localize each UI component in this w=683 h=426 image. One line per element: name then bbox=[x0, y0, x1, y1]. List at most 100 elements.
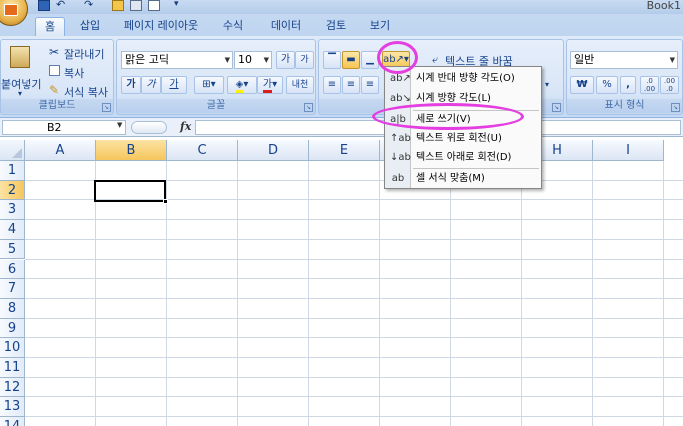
row-header[interactable]: 13 bbox=[0, 397, 25, 418]
number-launcher-icon[interactable]: ↘ bbox=[671, 103, 680, 112]
print-icon[interactable] bbox=[130, 0, 142, 11]
row-header[interactable]: 8 bbox=[0, 298, 25, 319]
column-header[interactable]: C bbox=[167, 140, 238, 161]
cut-button[interactable]: 잘라내기 bbox=[64, 46, 104, 62]
menu-item-rotate-down[interactable]: ↓ab 텍스트 아래로 회전(D) bbox=[386, 148, 541, 168]
fill-color-button[interactable]: ◈▾ bbox=[227, 76, 257, 94]
row-header[interactable]: 7 bbox=[0, 279, 25, 299]
open-icon[interactable] bbox=[112, 0, 124, 11]
align-left-button[interactable]: ≡ bbox=[323, 76, 341, 94]
gridline-vertical bbox=[450, 161, 451, 426]
select-all-button[interactable] bbox=[0, 140, 25, 161]
gridline-horizontal bbox=[25, 317, 683, 319]
row-header[interactable]: 3 bbox=[0, 200, 25, 221]
tab-insert[interactable]: 삽입 bbox=[75, 17, 105, 36]
row-header[interactable]: 6 bbox=[0, 259, 25, 280]
underline-button[interactable]: 가 bbox=[161, 76, 187, 94]
row-header[interactable]: 12 bbox=[0, 377, 25, 398]
font-size-select[interactable]: 10 ▼ bbox=[234, 51, 272, 69]
customize-qat-icon[interactable]: ▾ bbox=[174, 0, 186, 11]
column-header[interactable]: B bbox=[96, 140, 167, 161]
row-header[interactable]: 1 bbox=[0, 161, 25, 181]
undo-icon[interactable]: ↶ bbox=[56, 0, 68, 11]
column-header[interactable]: I bbox=[593, 140, 664, 161]
menu-item-rotate-up[interactable]: ↑ab 텍스트 위로 회전(U) bbox=[386, 129, 541, 149]
formula-bar-grip[interactable] bbox=[131, 121, 167, 134]
comma-button[interactable]: , bbox=[620, 76, 636, 94]
menu-item-label: 텍스트 위로 회전(U) bbox=[416, 133, 502, 144]
print-preview-icon[interactable] bbox=[148, 0, 160, 11]
redo-icon[interactable]: ↷ bbox=[84, 0, 96, 11]
column-header[interactable]: E bbox=[309, 140, 380, 161]
name-box-dropdown-icon[interactable]: ▼ bbox=[117, 121, 122, 129]
number-group-label: 표시 형식 bbox=[567, 99, 682, 113]
tab-home[interactable]: 홈 bbox=[35, 17, 65, 36]
angle-clockwise-icon: ab↘ bbox=[390, 93, 411, 104]
clipboard-launcher-icon[interactable]: ↘ bbox=[102, 103, 111, 112]
font-name-value: 맑은 고딕 bbox=[125, 53, 169, 66]
align-top-button[interactable]: ▔ bbox=[323, 51, 341, 69]
format-painter-icon[interactable]: ✎ bbox=[49, 83, 59, 97]
row-header[interactable]: 11 bbox=[0, 358, 25, 378]
insert-function-icon[interactable]: fx bbox=[180, 120, 191, 133]
row-header[interactable]: 10 bbox=[0, 338, 25, 358]
row-header[interactable]: 5 bbox=[0, 239, 25, 260]
copy-icon[interactable] bbox=[49, 65, 60, 76]
font-color-value: 가 bbox=[262, 79, 273, 93]
tab-data[interactable]: 데이터 bbox=[263, 17, 309, 36]
ribbon-tabs: 홈 삽입 페이지 레이아웃 수식 데이터 검토 보기 bbox=[0, 14, 683, 36]
currency-button[interactable]: ₩ bbox=[570, 76, 594, 94]
format-cells-icon: ab bbox=[391, 173, 405, 184]
phonetic-button[interactable]: 내천 bbox=[286, 76, 314, 94]
borders-button[interactable]: ⊞▾ bbox=[194, 76, 224, 94]
menu-item-label: 셀 서식 맞춤(M) bbox=[416, 173, 485, 184]
column-header[interactable]: A bbox=[25, 140, 96, 161]
merge-center-dropdown-icon[interactable]: ▾ bbox=[545, 80, 549, 89]
decrease-decimal-button[interactable]: .00 .0 bbox=[660, 76, 679, 94]
gridline-horizontal bbox=[25, 416, 683, 418]
active-cell[interactable] bbox=[94, 180, 166, 202]
copy-button[interactable]: 복사 bbox=[64, 65, 84, 81]
row-header[interactable]: 9 bbox=[0, 318, 25, 339]
align-right-icon: ≡ bbox=[365, 79, 375, 90]
alignment-launcher-icon[interactable]: ↘ bbox=[552, 103, 561, 112]
row-header[interactable]: 14 bbox=[0, 417, 25, 426]
gridline-horizontal bbox=[25, 396, 683, 398]
gridline-horizontal bbox=[25, 219, 683, 221]
save-icon[interactable] bbox=[38, 0, 50, 11]
row-header[interactable]: 4 bbox=[0, 220, 25, 240]
fill-handle[interactable] bbox=[163, 199, 168, 204]
align-right-button[interactable]: ≡ bbox=[361, 76, 379, 94]
align-center-button[interactable]: ≡ bbox=[342, 76, 360, 94]
increase-decimal-button[interactable]: .0 .00 bbox=[640, 76, 659, 94]
rotate-down-icon: ↓ab bbox=[390, 152, 411, 163]
format-painter-button[interactable]: 서식 복사 bbox=[64, 84, 108, 100]
gridline-vertical bbox=[237, 161, 238, 426]
font-color-button[interactable]: 가▾ bbox=[257, 76, 283, 94]
grow-font-button[interactable]: 가 bbox=[276, 51, 295, 69]
menu-item-rotate-counterclockwise[interactable]: ab↗ 시계 반대 방향 각도(O) bbox=[386, 69, 541, 89]
align-middle-icon: ▬ bbox=[346, 54, 356, 65]
scissors-icon[interactable]: ✂ bbox=[49, 45, 59, 59]
align-middle-button[interactable]: ▬ bbox=[342, 51, 360, 69]
rotate-up-icon: ↑ab bbox=[390, 133, 411, 144]
shrink-font-button[interactable]: 가 bbox=[295, 51, 314, 69]
column-header[interactable]: D bbox=[238, 140, 309, 161]
font-name-select[interactable]: 맑은 고딕 ▼ bbox=[121, 51, 233, 69]
row-header[interactable]: 2 bbox=[0, 180, 25, 201]
name-box[interactable]: B2 bbox=[2, 120, 126, 135]
menu-item-format-cell-alignment[interactable]: ab 셀 서식 맞춤(M) bbox=[386, 169, 541, 189]
wrap-text-icon[interactable]: ⤶ bbox=[432, 53, 438, 67]
tab-view[interactable]: 보기 bbox=[364, 17, 396, 36]
paste-dropdown-icon[interactable]: ▾ bbox=[18, 89, 22, 98]
number-format-select[interactable]: 일반 ▼ bbox=[570, 51, 678, 69]
percent-button[interactable]: % bbox=[596, 76, 618, 94]
gridline-vertical bbox=[592, 161, 593, 426]
bold-button[interactable]: 가 bbox=[121, 76, 141, 94]
tab-page-layout[interactable]: 페이지 레이아웃 bbox=[118, 17, 204, 36]
paste-icon[interactable] bbox=[10, 46, 30, 68]
italic-button[interactable]: 가 bbox=[141, 76, 161, 94]
font-launcher-icon[interactable]: ↘ bbox=[304, 103, 313, 112]
tab-review[interactable]: 검토 bbox=[320, 17, 352, 36]
tab-formulas[interactable]: 수식 bbox=[216, 17, 250, 36]
